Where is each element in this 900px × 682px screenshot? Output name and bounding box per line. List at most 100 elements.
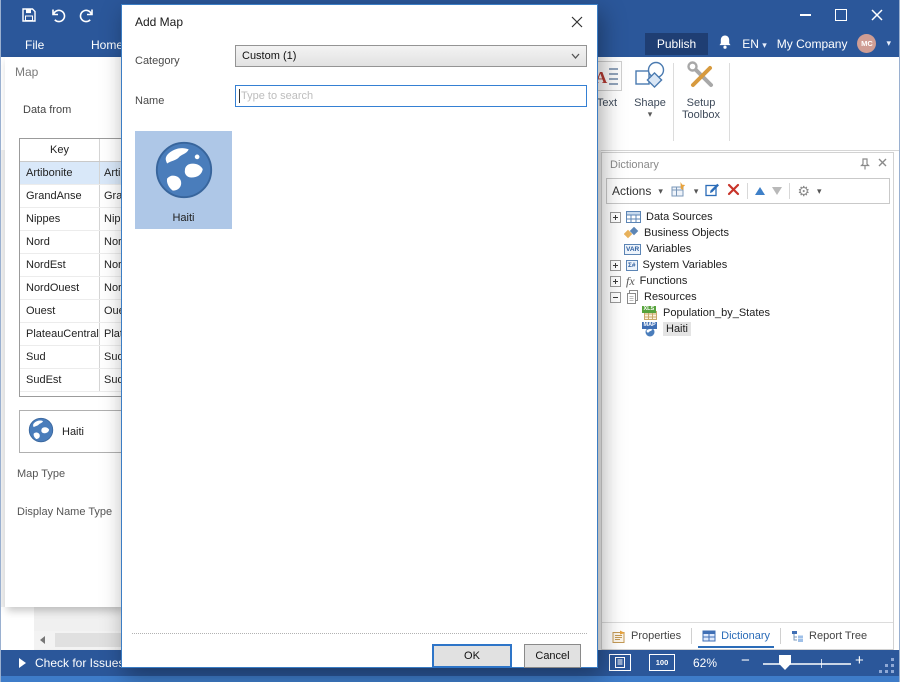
resize-grip[interactable] xyxy=(876,657,894,673)
edit-icon[interactable] xyxy=(705,182,720,200)
table-row[interactable]: SudEstSudEst xyxy=(20,369,121,392)
table-row[interactable]: NordOuestNordOuest xyxy=(20,277,121,300)
undo-icon[interactable] xyxy=(48,7,68,23)
pin-icon[interactable] xyxy=(860,158,870,173)
row-key: Ouest xyxy=(20,300,100,322)
notifications-bell-icon[interactable] xyxy=(718,34,732,53)
language-selector[interactable]: EN ▾ xyxy=(742,37,767,51)
redo-icon[interactable] xyxy=(77,7,97,23)
table-row[interactable]: OuestOuest xyxy=(20,300,121,323)
map-data-table[interactable]: Key ArtiboniteArtibonite GrandAnseGrandA… xyxy=(19,138,122,397)
row-name: GrandAnse xyxy=(100,185,121,207)
maximize-button[interactable] xyxy=(823,0,859,30)
account-chevron-down-icon[interactable]: ▾ xyxy=(886,38,891,49)
tab-label: Dictionary xyxy=(721,630,770,642)
tab-home[interactable]: Home xyxy=(91,35,123,55)
row-key: Sud xyxy=(20,346,100,368)
scroll-left-icon[interactable] xyxy=(34,631,51,649)
name-search-input[interactable] xyxy=(235,85,587,107)
data-from-label: Data from xyxy=(23,104,71,116)
zoom-out-button[interactable]: − xyxy=(741,652,750,669)
new-item-icon[interactable] xyxy=(670,182,687,200)
zoom-100-button[interactable]: 100 xyxy=(649,654,675,671)
tree-item-business-objects[interactable]: Business Objects xyxy=(606,225,889,241)
panel-close-icon[interactable] xyxy=(878,158,887,173)
tab-properties[interactable]: Properties xyxy=(608,624,685,648)
quick-access-toolbar xyxy=(19,7,97,23)
ribbon-shape-label: Shape xyxy=(629,97,671,109)
map-tile-haiti[interactable]: Haiti xyxy=(135,131,232,229)
tab-report-tree[interactable]: Report Tree xyxy=(787,624,871,648)
row-key: NordOuest xyxy=(20,277,100,299)
expand-minus-icon[interactable] xyxy=(610,292,621,303)
avatar[interactable]: MC xyxy=(857,34,876,53)
table-row[interactable]: PlateauCentralPlateauCentral xyxy=(20,323,121,346)
table-row[interactable]: NordNord xyxy=(20,231,121,254)
publish-button[interactable]: Publish xyxy=(645,33,708,55)
actions-chevron-down-icon[interactable]: ▾ xyxy=(658,186,663,197)
category-value: Custom (1) xyxy=(242,50,296,62)
cancel-button[interactable]: Cancel xyxy=(524,644,581,668)
account-name[interactable]: My Company xyxy=(777,37,848,51)
ribbon-shape-button[interactable]: Shape ▾ xyxy=(629,61,671,120)
row-name: PlateauCentral xyxy=(100,323,121,345)
table-row[interactable]: ArtiboniteArtibonite xyxy=(20,162,121,185)
scrollbar-thumb[interactable] xyxy=(55,633,125,647)
tree-item-haiti[interactable]: MAP Haiti xyxy=(606,321,889,337)
ribbon-separator xyxy=(729,63,730,141)
tree-item-label: Resources xyxy=(644,291,697,303)
table-row[interactable]: NordEstNordEst xyxy=(20,254,121,277)
tree-item-variables[interactable]: VAR Variables xyxy=(606,241,889,257)
table-row[interactable]: SudSud xyxy=(20,346,121,369)
category-label: Category xyxy=(135,55,180,67)
actions-menu-button[interactable]: Actions xyxy=(612,184,651,198)
zoom-slider-thumb[interactable] xyxy=(779,655,791,670)
tree-item-functions[interactable]: fx Functions xyxy=(606,273,889,289)
minimize-button[interactable] xyxy=(787,0,823,30)
map-resource-icon: MAP xyxy=(642,322,658,336)
functions-icon: fx xyxy=(626,274,635,289)
new-item-chevron-down-icon[interactable]: ▾ xyxy=(694,186,699,197)
dialog-close-button[interactable] xyxy=(569,14,585,30)
gear-icon[interactable]: ⚙ xyxy=(797,184,810,198)
ribbon-setup-toolbox-label: Setup Toolbox xyxy=(679,97,723,121)
setup-toolbox-icon xyxy=(684,61,718,91)
ribbon-separator xyxy=(673,63,674,141)
resources-icon xyxy=(626,290,639,304)
tree-item-label: Functions xyxy=(640,275,688,287)
tree-item-system-variables[interactable]: Σ# System Variables xyxy=(606,257,889,273)
move-down-icon[interactable] xyxy=(772,187,782,195)
tree-item-resources[interactable]: Resources xyxy=(606,289,889,305)
display-name-type-label: Display Name Type xyxy=(17,506,112,518)
ok-button[interactable]: OK xyxy=(432,644,512,668)
move-up-icon[interactable] xyxy=(755,187,765,195)
close-icon xyxy=(571,16,583,28)
window-bottom-border xyxy=(1,676,900,682)
expand-plus-icon[interactable] xyxy=(610,260,621,271)
expand-plus-icon[interactable] xyxy=(610,276,621,287)
table-row[interactable]: NippesNippes xyxy=(20,208,121,231)
delete-icon[interactable] xyxy=(727,183,740,199)
ribbon-setup-toolbox-button[interactable]: Setup Toolbox xyxy=(679,61,723,121)
page-view-icon[interactable] xyxy=(609,654,631,671)
tree-item-data-sources[interactable]: Data Sources xyxy=(606,209,889,225)
tree-item-population-by-states[interactable]: XLS Population_by_States xyxy=(606,305,889,321)
gear-chevron-down-icon[interactable]: ▾ xyxy=(817,186,822,197)
tree-item-label: Haiti xyxy=(663,322,691,336)
row-name: Sud xyxy=(100,346,121,368)
tab-file[interactable]: File xyxy=(25,35,44,55)
category-dropdown[interactable]: Custom (1) xyxy=(235,45,587,67)
zoom-slider-track[interactable] xyxy=(763,663,851,665)
expand-plus-icon[interactable] xyxy=(610,212,621,223)
business-objects-icon xyxy=(624,227,639,240)
dictionary-toolbar: Actions ▾ ▾ ⚙ ▾ xyxy=(606,178,890,204)
row-key: Nord xyxy=(20,231,100,253)
tab-dictionary[interactable]: Dictionary xyxy=(698,624,774,648)
check-for-issues-button[interactable]: Check for Issues xyxy=(35,656,124,670)
close-button[interactable] xyxy=(859,0,895,30)
save-icon[interactable] xyxy=(19,7,39,23)
row-name: Nord xyxy=(100,231,121,253)
selected-map-box[interactable]: Haiti xyxy=(19,410,122,453)
table-row[interactable]: GrandAnseGrandAnse xyxy=(20,185,121,208)
zoom-in-button[interactable]: + xyxy=(855,652,864,669)
